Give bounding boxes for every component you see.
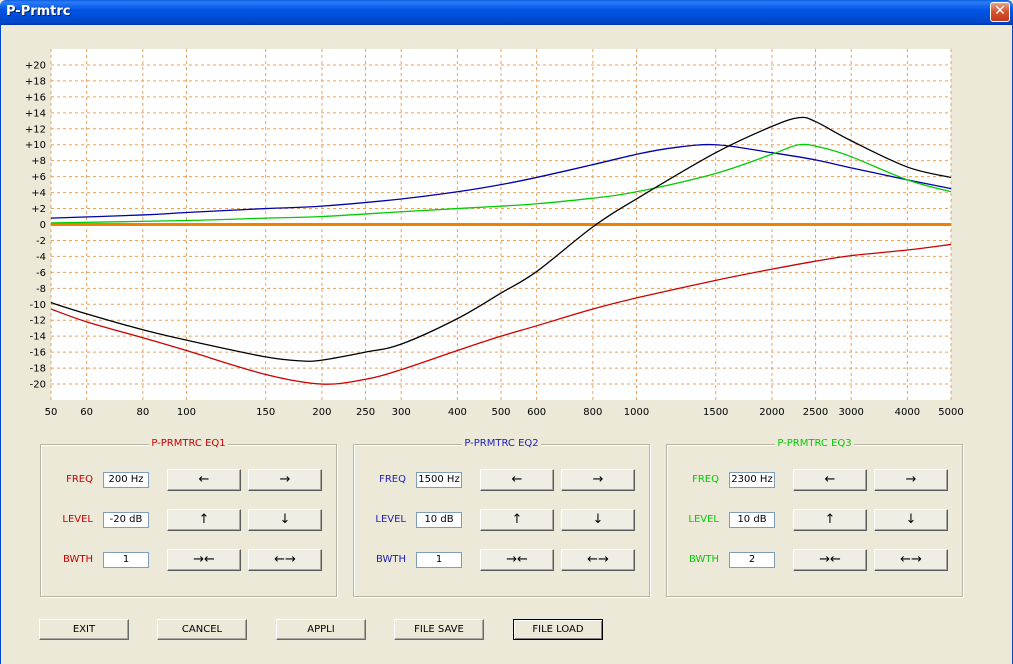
x-tick-label: 5000: [938, 407, 963, 418]
y-tick-label: -4: [36, 252, 46, 263]
y-tick-label: +16: [25, 92, 46, 103]
y-tick-label: 0: [40, 220, 46, 231]
y-tick-label: +20: [25, 60, 46, 71]
x-tick-label: 50: [45, 407, 58, 418]
eq3-bwth-label: BWTH: [688, 554, 719, 565]
x-tick-label: 150: [256, 407, 275, 418]
y-tick-label: -2: [36, 236, 46, 247]
eq3-level-increase-button[interactable]: ↑: [793, 509, 867, 531]
eq1-bwth-field[interactable]: 1: [103, 552, 149, 568]
file-load-button[interactable]: FILE LOAD: [513, 619, 603, 640]
eq3-panel: P-PRMTRC EQ3 FREQ 2300 Hz ← → LEVEL 10 dB ↑ ↓ BWT…: [666, 438, 963, 597]
eq2-bwth-label: BWTH: [375, 554, 406, 565]
eq2-bwth-widen-button[interactable]: ←→: [561, 549, 635, 571]
close-icon[interactable]: ✕: [990, 2, 1010, 22]
y-tick-label: -8: [36, 284, 46, 295]
eq2-level-increase-button[interactable]: ↑: [480, 509, 554, 531]
eq3-bwth-field[interactable]: 2: [729, 552, 775, 568]
y-tick-label: -6: [36, 268, 46, 279]
eq2-panel: P-PRMTRC EQ2 FREQ 1500 Hz ← → LEVEL 10 dB ↑ ↓ BWT…: [353, 438, 650, 597]
eq2-level-field[interactable]: 10 dB: [416, 512, 462, 528]
eq1-bwth-label: BWTH: [62, 554, 93, 565]
x-tick-label: 2000: [759, 407, 784, 418]
eq1-freq-decrease-button[interactable]: ←: [167, 469, 241, 491]
y-tick-label: -18: [30, 364, 46, 375]
eq1-level-field[interactable]: -20 dB: [103, 512, 149, 528]
eq3-freq-decrease-button[interactable]: ←: [793, 469, 867, 491]
y-tick-label: +10: [25, 140, 46, 151]
x-tick-label: 80: [136, 407, 149, 418]
file-save-button[interactable]: FILE SAVE: [394, 619, 484, 640]
appli-button[interactable]: APPLI: [276, 619, 366, 640]
eq2-freq-increase-button[interactable]: →: [561, 469, 635, 491]
eq1-panel: P-PRMTRC EQ1 FREQ 200 Hz ← → LEVEL -20 dB ↑ ↓ BWT…: [40, 438, 337, 597]
eq3-bwth-narrow-button[interactable]: →←: [793, 549, 867, 571]
x-tick-label: 200: [312, 407, 331, 418]
x-tick-label: 600: [527, 407, 546, 418]
eq2-level-decrease-button[interactable]: ↓: [561, 509, 635, 531]
y-tick-label: -12: [30, 316, 46, 327]
eq2-level-label: LEVEL: [375, 514, 406, 525]
x-tick-label: 500: [491, 407, 510, 418]
eq1-bwth-widen-button[interactable]: ←→: [248, 549, 322, 571]
eq2-freq-label: FREQ: [379, 474, 406, 485]
cancel-button[interactable]: CANCEL: [157, 619, 247, 640]
eq2-freq-field[interactable]: 1500 Hz: [416, 472, 462, 488]
eq1-freq-label: FREQ: [66, 474, 93, 485]
eq1-level-increase-button[interactable]: ↑: [167, 509, 241, 531]
x-tick-label: 100: [177, 407, 196, 418]
eq3-level-field[interactable]: 10 dB: [729, 512, 775, 528]
x-tick-label: 250: [356, 407, 375, 418]
eq2-bwth-field[interactable]: 1: [416, 552, 462, 568]
eq3-panel-title: P-PRMTRC EQ3: [775, 438, 854, 449]
y-tick-label: -16: [30, 348, 46, 359]
y-tick-label: -14: [30, 332, 46, 343]
exit-button[interactable]: EXIT: [39, 619, 129, 640]
y-tick-label: -20: [30, 380, 46, 391]
eq3-freq-increase-button[interactable]: →: [874, 469, 948, 491]
eq1-level-decrease-button[interactable]: ↓: [248, 509, 322, 531]
y-tick-label: +6: [31, 172, 46, 183]
x-tick-label: 1500: [703, 407, 728, 418]
eq-response-chart: +20+18+16+14+12+10+8+6+4+20-2-4-6-8-10-1…: [25, 49, 964, 418]
eq1-panel-title: P-PRMTRC EQ1: [149, 438, 228, 449]
y-tick-label: -10: [30, 300, 46, 311]
x-tick-label: 3000: [838, 407, 863, 418]
y-tick-label: +4: [31, 188, 46, 199]
x-tick-label: 60: [80, 407, 93, 418]
x-tick-label: 2500: [803, 407, 828, 418]
x-tick-label: 800: [583, 407, 602, 418]
x-tick-label: 4000: [895, 407, 920, 418]
y-tick-label: +8: [31, 156, 46, 167]
x-tick-label: 1000: [624, 407, 649, 418]
eq1-level-label: LEVEL: [62, 514, 93, 525]
x-tick-label: 400: [448, 407, 467, 418]
eq2-panel-title: P-PRMTRC EQ2: [462, 438, 541, 449]
eq3-freq-field[interactable]: 2300 Hz: [729, 472, 775, 488]
y-tick-label: +12: [25, 124, 46, 135]
eq2-bwth-narrow-button[interactable]: →←: [480, 549, 554, 571]
y-tick-label: +2: [31, 204, 46, 215]
eq1-bwth-narrow-button[interactable]: →←: [167, 549, 241, 571]
x-tick-label: 300: [392, 407, 411, 418]
eq1-freq-field[interactable]: 200 Hz: [103, 472, 149, 488]
eq3-freq-label: FREQ: [692, 474, 719, 485]
title-bar: P-Prmtrc ✕: [0, 0, 1013, 25]
eq2-freq-decrease-button[interactable]: ←: [480, 469, 554, 491]
eq3-level-label: LEVEL: [688, 514, 719, 525]
y-tick-label: +18: [25, 76, 46, 87]
eq1-freq-increase-button[interactable]: →: [248, 469, 322, 491]
window-title: P-Prmtrc: [6, 4, 71, 19]
eq3-level-decrease-button[interactable]: ↓: [874, 509, 948, 531]
eq3-bwth-widen-button[interactable]: ←→: [874, 549, 948, 571]
y-tick-label: +14: [25, 108, 46, 119]
